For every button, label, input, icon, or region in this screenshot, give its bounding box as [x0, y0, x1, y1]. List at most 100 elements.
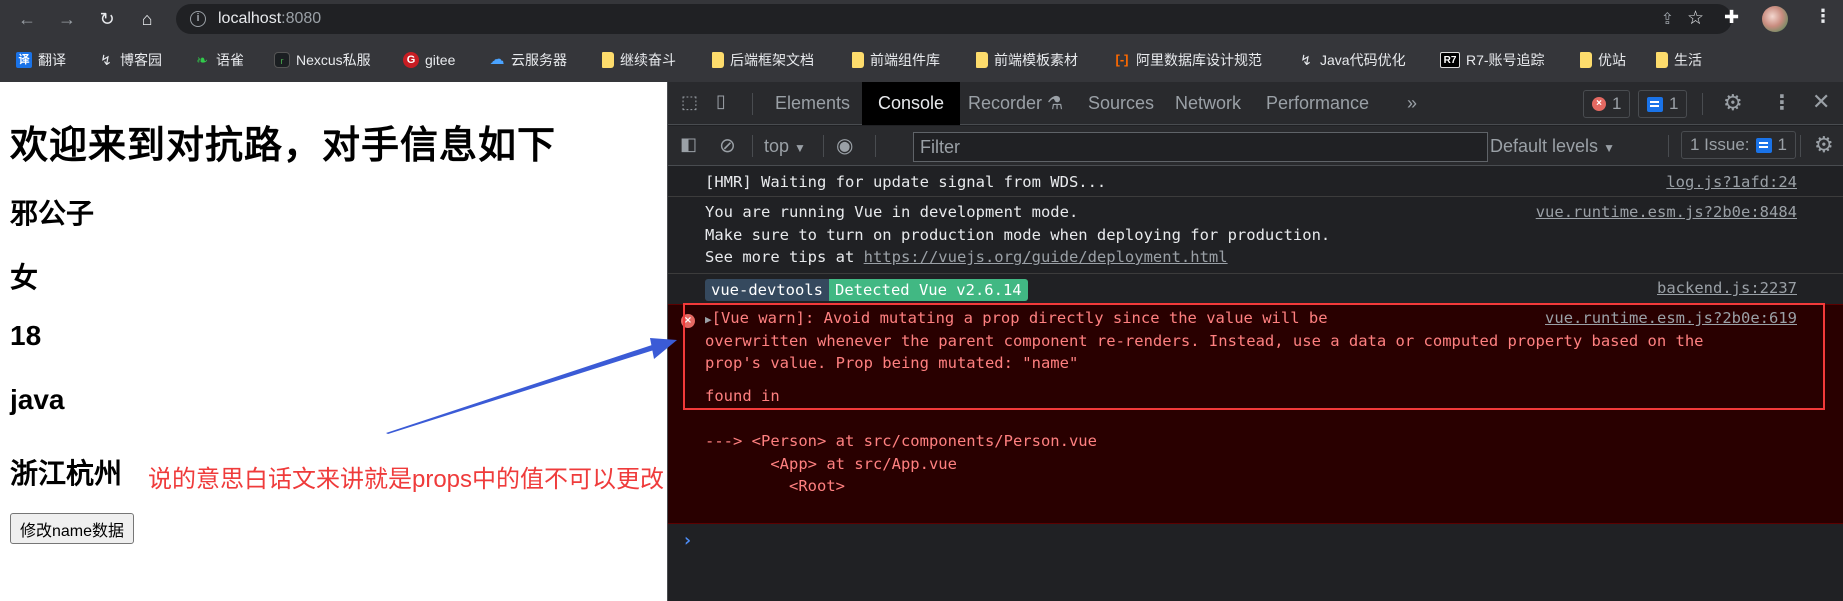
error-icon: × — [681, 314, 695, 328]
device-toolbar-icon[interactable]: ▯ — [716, 91, 726, 112]
bookmark-star-icon[interactable]: ☆ — [1687, 7, 1704, 30]
tab-network[interactable]: Network — [1159, 82, 1257, 125]
bookmark-item[interactable]: [-] 阿里数据库设计规范 — [1114, 50, 1263, 70]
folder-icon — [602, 52, 614, 68]
opponent-city: 浙江杭州 — [10, 458, 123, 489]
nexus-icon: r — [274, 52, 290, 68]
bookmark-item[interactable]: Ggitee — [403, 50, 455, 70]
console-filter-input[interactable]: Filter — [913, 132, 1488, 162]
bookmark-item[interactable]: ❧ 语雀 — [194, 50, 244, 70]
message-icon — [1647, 96, 1663, 112]
bookmark-item[interactable]: 生活 — [1656, 50, 1702, 70]
browser-menu-icon[interactable]: ⋮ — [1814, 6, 1832, 27]
context-selector[interactable]: top ▼ — [764, 126, 806, 166]
source-link[interactable]: log.js?1afd:24 — [1666, 171, 1797, 194]
close-devtools-icon[interactable]: ✕ — [1812, 89, 1830, 115]
devtools-menu-icon[interactable]: ⋮ — [1772, 90, 1792, 115]
clear-console-icon[interactable]: ⊘ — [719, 133, 736, 158]
bookmark-item[interactable]: r Nexcus私服 — [274, 50, 371, 70]
reload-button[interactable]: ↻ — [94, 6, 120, 32]
more-tabs-button[interactable]: » — [1391, 82, 1433, 125]
console-output: [HMR] Waiting for update signal from WDS… — [668, 167, 1843, 601]
source-link[interactable]: vue.runtime.esm.js?2b0e:619 — [1545, 307, 1797, 330]
tab-recorder-label: Recorder — [968, 93, 1043, 113]
address-bar[interactable]: i localhost:8080 ⇪ ☆ — [176, 4, 1732, 34]
error-icon: × — [1592, 97, 1606, 111]
bookmark-label: Java代码优化 — [1320, 52, 1406, 68]
divider — [1702, 93, 1703, 115]
console-settings-gear-icon[interactable]: ⚙ — [1814, 132, 1834, 158]
bookmark-label: 后端框架文档 — [730, 52, 814, 68]
tab-recorder[interactable]: Recorder ⚗ — [952, 82, 1079, 125]
vue-devtools-pill: vue-devtools — [705, 279, 829, 301]
live-expression-eye-icon[interactable]: ◉ — [836, 133, 853, 158]
divider — [752, 135, 753, 157]
message-text: See more tips at https://vuejs.org/guide… — [705, 246, 1228, 269]
divider — [1800, 135, 1801, 157]
bookmark-label: 生活 — [1674, 52, 1702, 68]
bookmark-label: 翻译 — [38, 52, 66, 68]
console-message: vue-devtools Detected Vue v2.6.14 backend… — [668, 274, 1843, 304]
share-icon[interactable]: ⇪ — [1661, 9, 1674, 29]
bookmark-item[interactable]: 译翻译 — [16, 50, 66, 70]
message-count: 1 — [1669, 94, 1679, 113]
tab-sources[interactable]: Sources — [1072, 82, 1170, 125]
bookmark-item[interactable]: ↯ 博客园 — [98, 50, 162, 70]
sidebar-toggle-icon[interactable]: ◧ — [680, 134, 697, 155]
folder-icon — [1580, 52, 1592, 68]
message-text: You are running Vue in development mode. — [705, 203, 1079, 221]
source-link[interactable]: vue.runtime.esm.js?2b0e:8484 — [1536, 201, 1797, 224]
bookmark-label: 前端组件库 — [870, 52, 940, 68]
tips-prefix: See more tips at — [705, 248, 864, 266]
gitee-icon: G — [403, 52, 419, 68]
bookmark-item[interactable]: 后端框架文档 — [712, 50, 814, 70]
tab-console[interactable]: Console — [862, 82, 961, 125]
folder-icon — [1656, 52, 1668, 68]
devtools-tab-bar: ⬚ ▯ Elements Console Recorder ⚗ Sources … — [668, 82, 1843, 125]
inspect-element-icon[interactable]: ⬚ — [681, 92, 698, 113]
opponent-skill: java — [10, 384, 65, 415]
bookmarks-bar: 译翻译 ↯ 博客园 ❧ 语雀 r Nexcus私服 Ggitee ☁ 云服务器 继续奋斗 后端框架文档… — [0, 38, 1843, 82]
log-levels-dropdown[interactable]: Default levels ▼ — [1490, 126, 1615, 166]
bookmark-item[interactable]: 优站 — [1580, 50, 1626, 70]
source-link[interactable]: backend.js:2237 — [1657, 277, 1797, 300]
bookmark-item[interactable]: R7 R7-账号追踪 — [1440, 50, 1545, 70]
r7-icon: R7 — [1440, 52, 1460, 68]
forward-button[interactable]: → — [54, 6, 80, 32]
bookmark-item[interactable]: 继续奋斗 — [602, 50, 676, 70]
site-info-icon[interactable]: i — [190, 11, 206, 27]
tab-elements[interactable]: Elements — [759, 82, 866, 125]
bookmark-label: 语雀 — [216, 52, 244, 68]
change-name-button[interactable]: 修改name数据 — [10, 513, 135, 544]
component-trace: <App> at src/App.vue — [705, 454, 957, 473]
bookmark-label: R7-账号追踪 — [1466, 52, 1545, 68]
home-button[interactable]: ⌂ — [134, 6, 160, 32]
message-text: Make sure to turn on production mode whe… — [705, 225, 1331, 244]
bookmark-label: 云服务器 — [511, 52, 567, 68]
warn-line: prop's value. Prop being mutated: "name" — [705, 354, 1079, 372]
bookmark-item[interactable]: ☁ 云服务器 — [489, 50, 568, 70]
folder-icon — [712, 52, 724, 68]
bookmark-item[interactable]: ↯ Java代码优化 — [1298, 50, 1406, 70]
console-error-message: × ▶[Vue warn]: Avoid mutating a prop dir… — [668, 304, 1843, 524]
url-text[interactable]: localhost:8080 — [218, 10, 321, 28]
message-count-badge[interactable]: 1 — [1638, 90, 1688, 118]
warn-line: found in — [705, 387, 780, 405]
browser-toolbar: ← → ↻ ⌂ i localhost:8080 ⇪ ☆ ✚ ⋮ — [0, 0, 1843, 38]
vue-version-pill: Detected Vue v2.6.14 — [828, 279, 1028, 301]
message-text: ▶[Vue warn]: Avoid mutating a prop direc… — [705, 307, 1328, 332]
issues-badge[interactable]: 1 Issue: 1 — [1681, 131, 1797, 159]
page-title: 欢迎来到对抗路，对手信息如下 — [10, 125, 557, 167]
error-count-badge[interactable]: × 1 — [1583, 90, 1631, 118]
expand-triangle-icon[interactable]: ▶ — [705, 313, 712, 326]
bookmark-item[interactable]: 前端组件库 — [852, 50, 940, 70]
back-button[interactable]: ← — [14, 6, 40, 32]
deployment-guide-link[interactable]: https://vuejs.org/guide/deployment.html — [864, 248, 1228, 266]
profile-avatar[interactable] — [1762, 6, 1788, 32]
console-prompt[interactable]: › — [682, 530, 693, 551]
tab-performance[interactable]: Performance — [1250, 82, 1385, 125]
settings-gear-icon[interactable]: ⚙ — [1723, 90, 1743, 116]
extensions-icon[interactable]: ✚ — [1724, 7, 1739, 28]
issues-label: 1 Issue: — [1690, 135, 1750, 154]
bookmark-item[interactable]: 前端模板素材 — [976, 50, 1078, 70]
